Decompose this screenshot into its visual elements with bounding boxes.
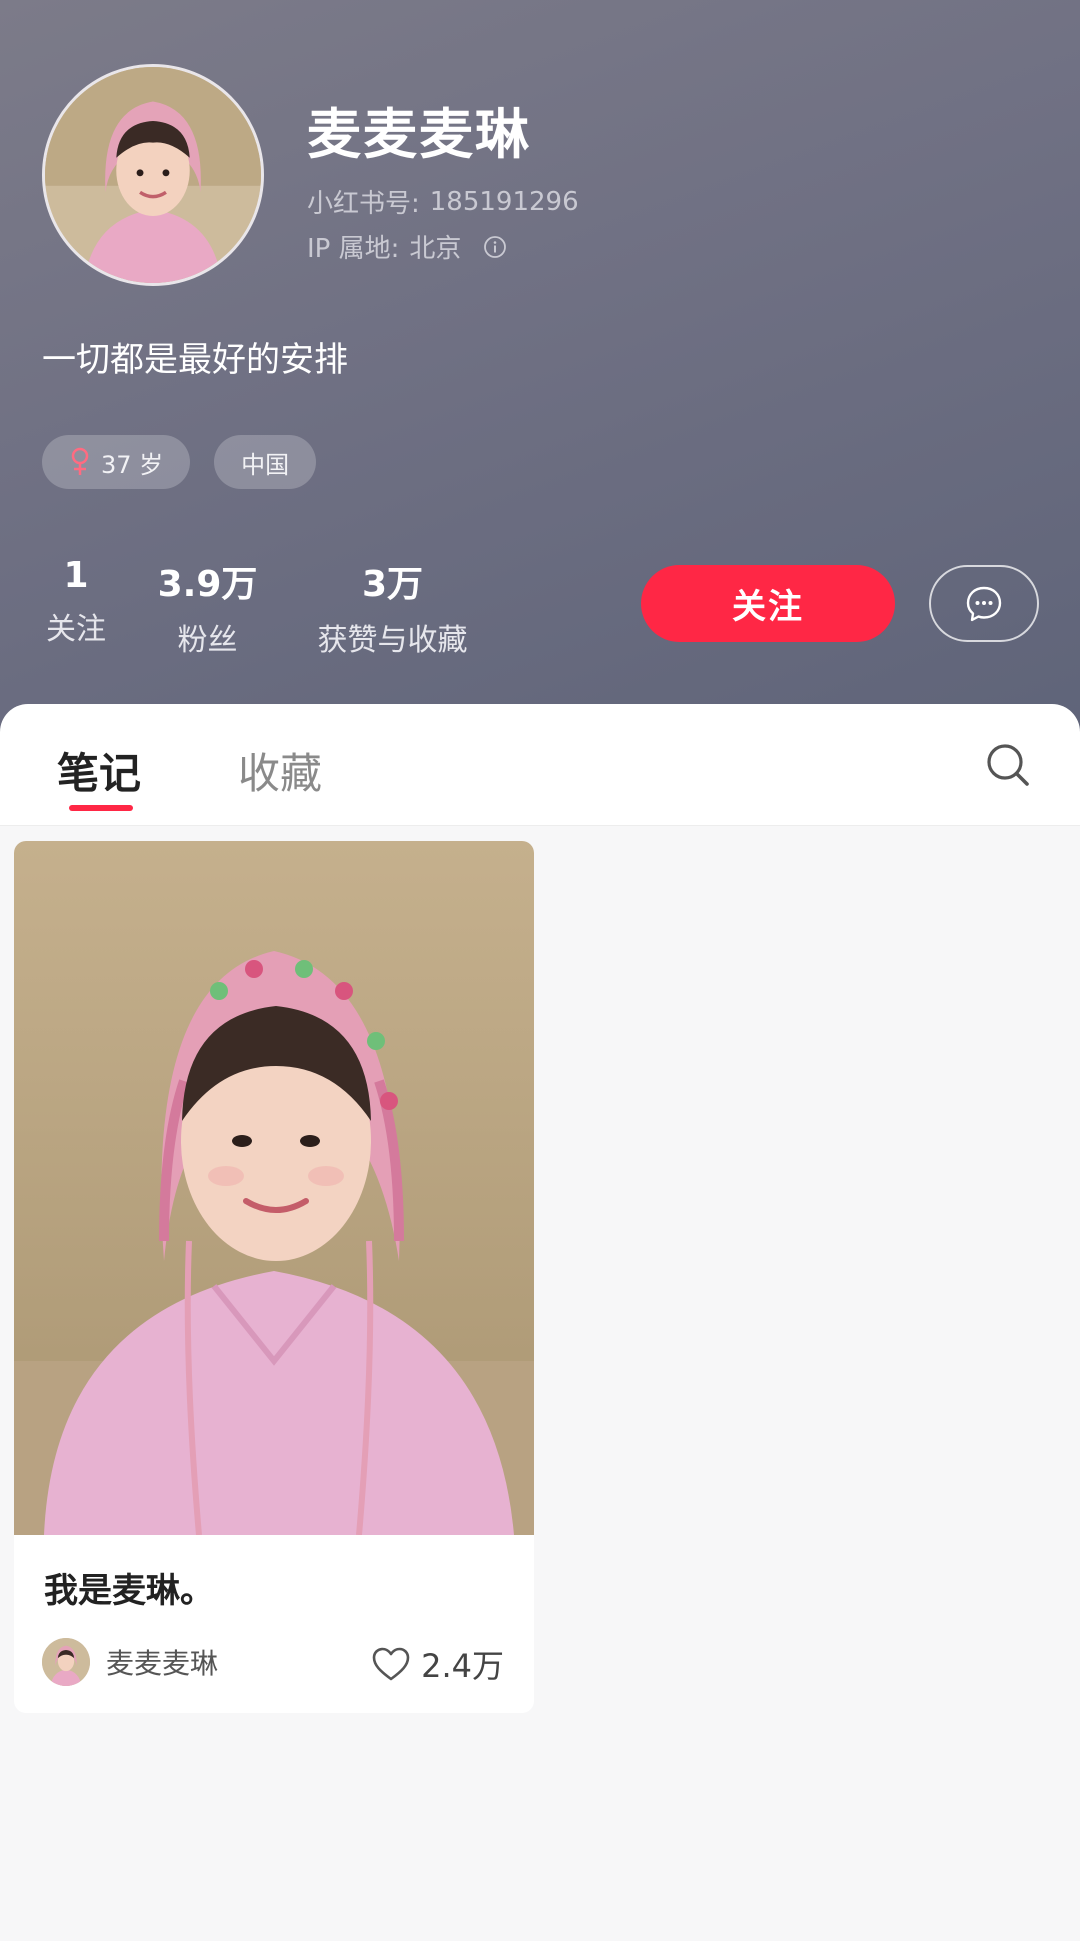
- region-tag-label: 中国: [241, 450, 290, 479]
- chat-bubble-icon: [966, 586, 1002, 621]
- likes-collects-count: 3万: [361, 564, 424, 605]
- info-icon[interactable]: [483, 235, 507, 259]
- bio: 一切都是最好的安排: [42, 340, 348, 380]
- heart-icon[interactable]: [371, 1646, 411, 1682]
- tab-collections[interactable]: 收藏: [238, 740, 322, 801]
- like-count: 2.4万: [421, 1647, 504, 1685]
- note-likes[interactable]: 2.4万: [371, 1641, 504, 1687]
- author-avatar: [42, 1638, 90, 1686]
- follow-button[interactable]: 关注: [641, 565, 895, 642]
- profile-stats: 1 关注 3.9万 粉丝 3万 获赞与收藏: [0, 555, 520, 665]
- user-id-value[interactable]: 185191296: [430, 187, 579, 217]
- age-tag-label: 37 岁: [101, 450, 164, 479]
- profile-header: 麦麦麦琳 小红书号: 185191296 IP 属地: 北京 一切都是最好的安排: [0, 0, 1080, 740]
- likes-collects-stat[interactable]: 3万 获赞与收藏: [305, 555, 480, 659]
- following-label: 关注: [46, 612, 106, 647]
- ip-label: IP 属地:: [307, 234, 400, 264]
- note-author[interactable]: 麦麦麦琳: [42, 1638, 218, 1686]
- age-tag: 37 岁: [42, 435, 191, 489]
- portrait-photo: [14, 841, 534, 1535]
- search-icon[interactable]: [985, 742, 1031, 788]
- user-id-line: 小红书号: 185191296: [307, 183, 579, 220]
- followers-label: 粉丝: [177, 623, 238, 658]
- following-stat[interactable]: 1 关注: [42, 555, 110, 648]
- followers-count: 3.9万: [157, 564, 258, 605]
- profile-page: 麦麦麦琳 小红书号: 185191296 IP 属地: 北京 一切都是最好的安排: [0, 0, 1080, 1941]
- ip-location-line: IP 属地: 北京: [307, 228, 507, 265]
- profile-tags: 37 岁 中国: [42, 435, 317, 489]
- ip-value: 北京: [409, 234, 462, 264]
- note-title: 我是麦琳。: [44, 1571, 214, 1611]
- nickname: 麦麦麦琳: [307, 103, 531, 166]
- female-icon: [71, 447, 89, 475]
- author-avatar-image: [42, 1638, 90, 1686]
- user-id-label: 小红书号:: [307, 189, 420, 219]
- avatar-image: [45, 67, 261, 283]
- avatar[interactable]: [42, 64, 264, 286]
- followers-stat[interactable]: 3.9万 粉丝: [150, 555, 265, 659]
- following-count: 1: [63, 555, 89, 596]
- content-tab-bar: 笔记 收藏: [0, 704, 1080, 826]
- active-tab-indicator: [69, 805, 133, 811]
- note-cover-image[interactable]: [14, 841, 534, 1535]
- author-name: 麦麦麦琳: [106, 1647, 219, 1680]
- message-button[interactable]: [929, 565, 1039, 642]
- tab-notes[interactable]: 笔记: [57, 740, 141, 801]
- note-card[interactable]: 我是麦琳。 麦麦麦琳 2.4万: [14, 841, 534, 1713]
- region-tag: 中国: [214, 435, 317, 489]
- likes-collects-label: 获赞与收藏: [317, 623, 468, 658]
